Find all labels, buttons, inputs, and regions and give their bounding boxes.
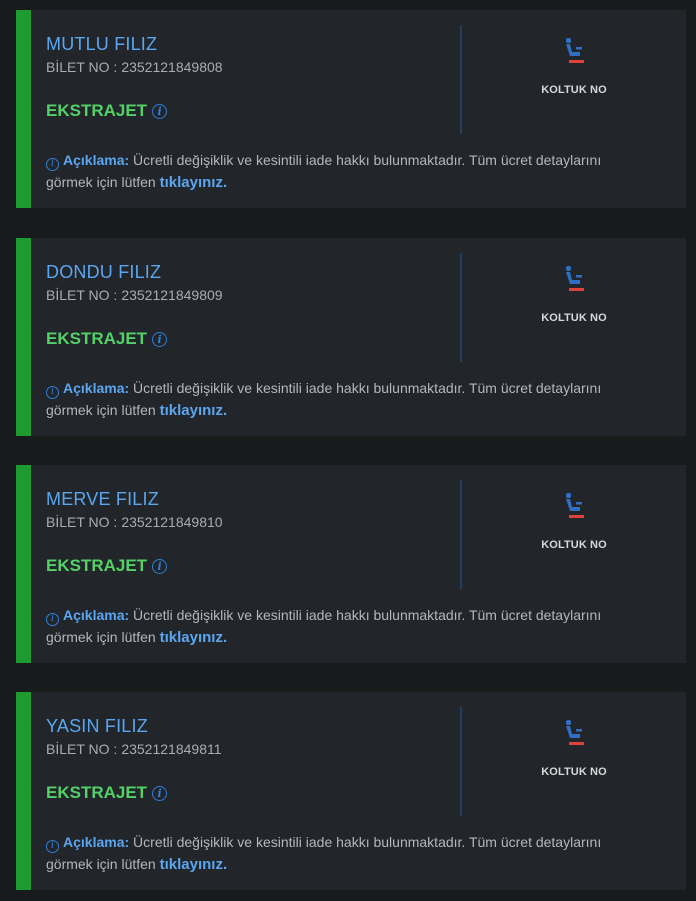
- divider: [460, 480, 462, 589]
- description: i Açıklama: Ücretli değişiklik ve kesinti…: [46, 831, 646, 876]
- fare-class: EKSTRAJET i: [46, 101, 168, 121]
- card-accent-bar: [16, 238, 31, 436]
- ticket-number: BİLET NO :2352121849810: [46, 514, 223, 530]
- fare-class-label: EKSTRAJET: [46, 783, 148, 802]
- ticket-number-value: 2352121849809: [121, 287, 223, 303]
- info-icon[interactable]: i: [152, 558, 168, 574]
- info-icon[interactable]: i: [152, 331, 168, 347]
- divider: [460, 253, 462, 362]
- passenger-card: YASIN FILIZ BİLET NO :2352121849811 EKST…: [16, 692, 686, 890]
- description-text: Ücretli değişiklik ve kesintili iade hak…: [46, 834, 602, 872]
- passenger-name: MERVE FILIZ: [46, 489, 159, 509]
- seat-selector[interactable]: KOLTUK NO: [463, 38, 685, 96]
- fare-details-link[interactable]: tıklayınız.: [160, 174, 228, 191]
- fare-details-link[interactable]: tıklayınız.: [160, 402, 228, 419]
- seat-selector[interactable]: KOLTUK NO: [463, 266, 685, 324]
- description-text: Ücretli değişiklik ve kesintili iade hak…: [46, 607, 602, 645]
- info-icon: i: [46, 385, 59, 399]
- seat-number-label: KOLTUK NO: [541, 312, 607, 324]
- description-title: Açıklama:: [63, 834, 130, 850]
- ticket-number: BİLET NO :2352121849809: [46, 287, 223, 303]
- info-icon: i: [46, 157, 59, 171]
- fare-class-label: EKSTRAJET: [46, 556, 148, 575]
- passenger-name: MUTLU FILIZ: [46, 34, 158, 54]
- ticket-number-value: 2352121849811: [121, 741, 222, 757]
- fare-class-label: EKSTRAJET: [46, 101, 148, 120]
- fare-class-label: EKSTRAJET: [46, 329, 148, 348]
- ticket-number-label: BİLET NO :: [46, 514, 118, 530]
- seat-icon: [566, 493, 584, 518]
- passenger-card: MUTLU FILIZ BİLET NO :2352121849808 EKST…: [16, 10, 686, 208]
- description-text: Ücretli değişiklik ve kesintili iade hak…: [46, 152, 602, 190]
- passenger-card: MERVE FILIZ BİLET NO :2352121849810 EKST…: [16, 465, 686, 663]
- ticket-number-label: BİLET NO :: [46, 741, 118, 757]
- info-icon[interactable]: i: [152, 103, 168, 119]
- passenger-name: DONDU FILIZ: [46, 262, 162, 282]
- seat-icon: [566, 38, 584, 63]
- card-accent-bar: [16, 10, 31, 208]
- ticket-number-label: BİLET NO :: [46, 59, 118, 75]
- card-accent-bar: [16, 465, 31, 663]
- seat-selector[interactable]: KOLTUK NO: [463, 720, 685, 778]
- ticket-number: BİLET NO :2352121849811: [46, 741, 222, 757]
- passenger-ticket-list: MUTLU FILIZ BİLET NO :2352121849808 EKST…: [0, 0, 696, 901]
- ticket-number: BİLET NO :2352121849808: [46, 59, 223, 75]
- ticket-number-value: 2352121849810: [121, 514, 223, 530]
- seat-number-label: KOLTUK NO: [541, 539, 607, 551]
- description: i Açıklama: Ücretli değişiklik ve kesinti…: [46, 377, 646, 422]
- info-icon: i: [46, 612, 59, 626]
- description: i Açıklama: Ücretli değişiklik ve kesinti…: [46, 149, 646, 194]
- fare-details-link[interactable]: tıklayınız.: [160, 856, 228, 873]
- fare-class: EKSTRAJET i: [46, 556, 168, 576]
- fare-class: EKSTRAJET i: [46, 329, 168, 349]
- seat-number-label: KOLTUK NO: [541, 84, 607, 96]
- seat-number-label: KOLTUK NO: [541, 766, 607, 778]
- description: i Açıklama: Ücretli değişiklik ve kesinti…: [46, 604, 646, 649]
- description-title: Açıklama:: [63, 380, 130, 396]
- divider: [460, 25, 462, 134]
- description-title: Açıklama:: [63, 607, 130, 623]
- info-icon: i: [46, 839, 59, 853]
- seat-selector[interactable]: KOLTUK NO: [463, 493, 685, 551]
- passenger-card: DONDU FILIZ BİLET NO :2352121849809 EKST…: [16, 238, 686, 436]
- info-icon[interactable]: i: [152, 785, 168, 801]
- fare-class: EKSTRAJET i: [46, 783, 168, 803]
- card-accent-bar: [16, 692, 31, 890]
- seat-icon: [566, 266, 584, 291]
- description-title: Açıklama:: [63, 152, 130, 168]
- divider: [460, 707, 462, 816]
- ticket-number-label: BİLET NO :: [46, 287, 118, 303]
- passenger-name: YASIN FILIZ: [46, 716, 148, 736]
- fare-details-link[interactable]: tıklayınız.: [160, 629, 228, 646]
- description-text: Ücretli değişiklik ve kesintili iade hak…: [46, 380, 602, 418]
- seat-icon: [566, 720, 584, 745]
- ticket-number-value: 2352121849808: [121, 59, 223, 75]
